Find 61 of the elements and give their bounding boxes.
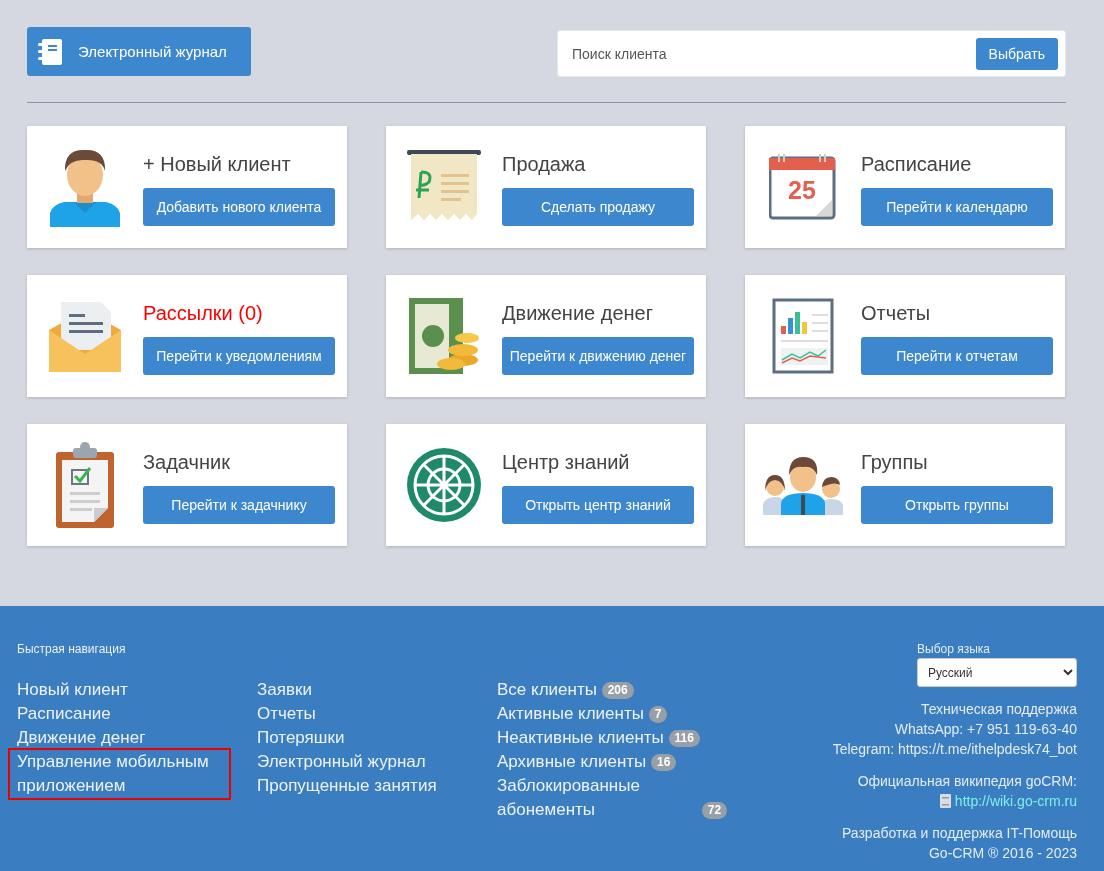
support-text: Telegram: https://t.me/ithelpdesk74_bot — [832, 740, 1077, 759]
wiki-link[interactable]: http://wiki.go-crm.ru — [954, 791, 1077, 811]
footer-link[interactable]: Заявки — [257, 680, 312, 699]
calendar-date: 25 — [788, 176, 816, 204]
wiki-label: Официальная википедия goCRM: — [857, 772, 1077, 791]
journal-button[interactable]: Электронный журнал — [27, 27, 251, 76]
card-action-button[interactable]: Открыть центр знаний — [502, 485, 694, 524]
footer-link[interactable]: Неактивные клиенты — [497, 726, 664, 750]
footer-link[interactable]: Заблокированные абонементы — [497, 774, 697, 822]
notebook-icon — [38, 38, 62, 65]
footer-link[interactable]: Расписание — [17, 704, 111, 723]
select-button[interactable]: Выбрать — [975, 37, 1058, 70]
card-title: Расписание — [861, 152, 973, 176]
count-badge: 16 — [651, 754, 677, 771]
footer-link[interactable]: Отчеты — [257, 704, 316, 723]
book-icon — [939, 794, 951, 808]
card-title: Продажа — [502, 152, 587, 176]
support-text: Техническая поддержка — [919, 700, 1077, 719]
count-badge: 7 — [648, 706, 668, 723]
group-icon — [763, 455, 843, 515]
card-action-button[interactable]: Перейти к календарю — [861, 187, 1053, 226]
footer-link[interactable]: Все клиенты — [497, 678, 597, 702]
footer-link[interactable]: Новый клиент — [17, 680, 128, 699]
calendar-icon — [769, 154, 836, 220]
support-text: WhatsApp: +7 951 119-63-40 — [893, 720, 1077, 739]
language-label: Выбор языка — [917, 642, 991, 656]
credits-text: Разработка и поддержка IT-Помощь — [841, 824, 1077, 843]
card-action-button[interactable]: Открыть группы — [861, 485, 1053, 524]
person-icon — [48, 147, 122, 227]
count-badge: 206 — [601, 682, 634, 699]
footer-link[interactable]: Потеряшки — [257, 728, 345, 747]
card-title: Движение денег — [502, 301, 654, 325]
card-title: Центр знаний — [502, 450, 631, 474]
clipboard-icon — [54, 442, 116, 528]
card-action-button[interactable]: Сделать продажу — [502, 187, 694, 226]
wheel-icon — [407, 448, 481, 522]
card-title: Рассылки (0) — [143, 301, 264, 325]
money-icon — [409, 298, 479, 374]
card-action-button[interactable]: Перейти к отчетам — [861, 336, 1053, 375]
card-title: Задачник — [143, 450, 231, 474]
envelope-icon — [49, 300, 121, 372]
credits-text: Go-CRM ® 2016 - 2023 — [927, 844, 1077, 863]
report-icon — [772, 298, 834, 374]
card-action-button[interactable]: Перейти к задачнику — [143, 485, 335, 524]
footer-link[interactable]: Управление мобильным приложением — [10, 750, 229, 798]
footer-link[interactable]: Движение денег — [17, 728, 146, 747]
card-title: Отчеты — [861, 301, 932, 325]
language-select[interactable]: Русский — [917, 658, 1077, 687]
client-search-field[interactable]: Поиск клиента Выбрать — [557, 30, 1066, 77]
footer-heading: Быстрая навигация — [17, 642, 127, 656]
count-badge: 72 — [701, 802, 728, 819]
footer-link[interactable]: Электронный журнал — [257, 752, 426, 771]
card-title: + Новый клиент — [143, 152, 292, 176]
card-action-button[interactable]: Добавить нового клиента — [143, 187, 335, 226]
card-action-button[interactable]: Перейти к движению денег — [502, 336, 694, 375]
card-action-button[interactable]: Перейти к уведомлениям — [143, 336, 335, 375]
footer-link[interactable]: Архивные клиенты — [497, 750, 647, 774]
count-badge: 116 — [668, 730, 700, 747]
footer-link[interactable]: Пропущенные занятия — [257, 776, 437, 795]
card-title: Группы — [861, 450, 929, 474]
footer-link[interactable]: Активные клиенты — [497, 702, 644, 726]
